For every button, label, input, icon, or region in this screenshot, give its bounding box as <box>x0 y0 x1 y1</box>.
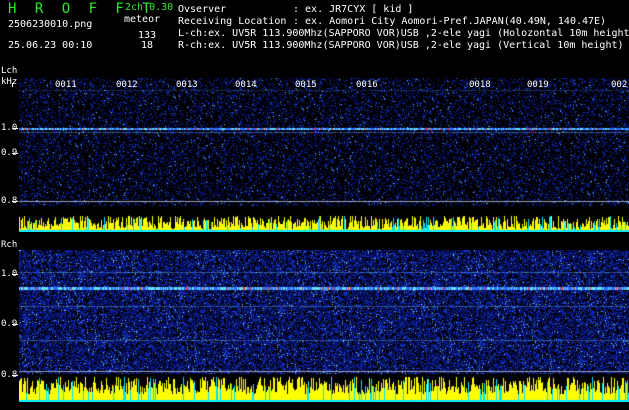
minute-label: 0018 <box>469 80 491 90</box>
minute-label: 0019 <box>527 80 549 90</box>
filename-label: 2506230010.png <box>8 19 93 30</box>
mode-label: meteor <box>124 14 161 25</box>
minute-label: 0015 <box>295 80 317 90</box>
axis-tick-mark <box>12 201 18 202</box>
location-value: : ex. Aomori City Aomori-Pref.JAPAN(40.4… <box>293 16 607 27</box>
minute-label: 002 <box>611 80 628 90</box>
observer-label: Ovserver <box>178 4 227 15</box>
location-label: Receiving Location <box>178 16 287 27</box>
lch-unit-label: kHz <box>1 77 18 87</box>
rch-channel-label: Rch <box>1 240 18 250</box>
axis-tick-mark <box>12 274 18 275</box>
axis-tick-mark <box>12 83 13 87</box>
minute-label: 0016 <box>356 80 378 90</box>
lch-spectrogram <box>19 78 629 232</box>
rch-spectrogram <box>19 250 629 402</box>
rch-count: 18 <box>141 40 154 51</box>
version-label: 2ch 0.30 <box>125 2 174 13</box>
axis-tick-mark <box>12 324 18 325</box>
minute-label: 0013 <box>176 80 198 90</box>
lch-receiver-info: L-ch:ex. UV5R 113.900Mhz(SAPPORO VOR)USB… <box>178 28 629 39</box>
minute-label: 0014 <box>235 80 257 90</box>
lch-channel-label: Lch <box>1 66 18 76</box>
axis-tick-mark <box>12 128 18 129</box>
datetime-label: 25.06.23 00:10 <box>8 40 93 51</box>
observer-value: : ex. JR7CYX [ kid ] <box>293 4 414 15</box>
axis-tick-mark <box>12 153 18 154</box>
axis-tick-mark <box>12 375 18 376</box>
minute-label: 0011 <box>55 80 77 90</box>
minute-label: 0012 <box>116 80 138 90</box>
rch-receiver-info: R-ch:ex. UV5R 113.900Mhz(SAPPORO VOR)USB… <box>178 40 624 51</box>
